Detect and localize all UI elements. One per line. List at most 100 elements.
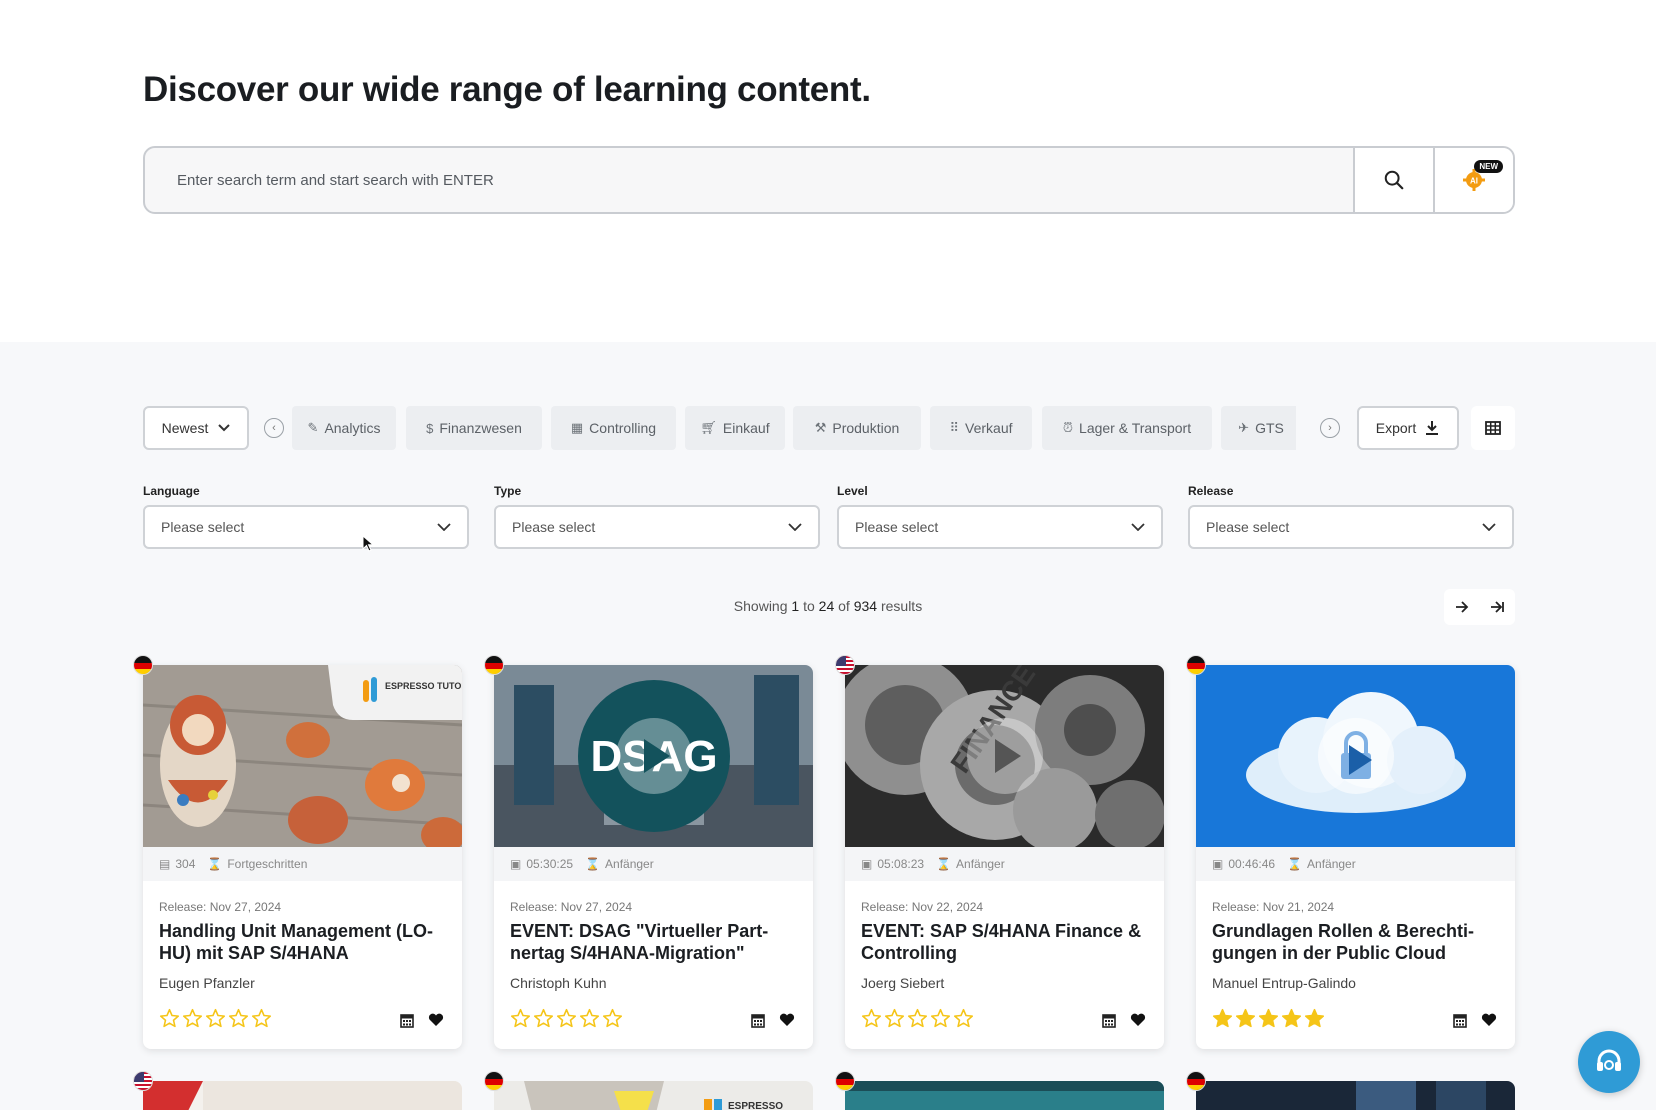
chip-label: Verkauf: [965, 420, 1013, 436]
rating-stars[interactable]: [1212, 1008, 1325, 1029]
star-filled-icon[interactable]: [1304, 1008, 1325, 1029]
star-empty-icon[interactable]: [251, 1008, 272, 1029]
export-button[interactable]: Export: [1357, 406, 1459, 450]
star-empty-icon[interactable]: [907, 1008, 928, 1029]
release-date: Release: Nov 21, 2024: [1212, 900, 1335, 914]
chip-produktion[interactable]: ⚒ Produktion: [793, 406, 921, 450]
select-value: Please select: [161, 519, 245, 535]
star-empty-icon[interactable]: [510, 1008, 531, 1029]
chip-finanzwesen[interactable]: $ Finanzwesen: [406, 406, 542, 450]
chip-label: Analytics: [324, 420, 381, 436]
card-actions: [1102, 1013, 1146, 1028]
star-filled-icon[interactable]: [1212, 1008, 1233, 1029]
meta-value: 00:46:46: [1228, 857, 1276, 871]
star-empty-icon[interactable]: [930, 1008, 951, 1029]
chip-controlling[interactable]: ▦ Controlling: [551, 406, 676, 450]
arrow-to-end-icon: [1491, 601, 1505, 613]
star-empty-icon[interactable]: [205, 1008, 226, 1029]
chip-einkauf[interactable]: 🛒︎ Einkauf: [685, 406, 785, 450]
star-empty-icon[interactable]: [884, 1008, 905, 1029]
category-chips: ✎ Analytics $ Finanzwesen ▦ Controlling 🛒︎ E…: [292, 406, 1296, 450]
star-empty-icon[interactable]: [182, 1008, 203, 1029]
results-of-word: of: [838, 598, 850, 614]
level-icon: ⌛: [1287, 857, 1303, 871]
rating-stars[interactable]: [861, 1008, 974, 1029]
film-icon: ▣: [861, 857, 873, 871]
language-select[interactable]: Please select: [143, 505, 469, 549]
type-select[interactable]: Please select: [494, 505, 820, 549]
ai-search-button[interactable]: AI NEW: [1433, 148, 1513, 212]
level-icon: ⌛: [585, 857, 601, 871]
arrow-right-icon: [1455, 601, 1469, 613]
duration-meta: ▣ 00:46:46: [1212, 857, 1275, 871]
chips-next-button[interactable]: ›: [1320, 418, 1340, 438]
calendar-icon[interactable]: [400, 1013, 414, 1028]
rating-stars[interactable]: [510, 1008, 623, 1029]
search-input[interactable]: [145, 148, 1353, 212]
course-card[interactable]: ESPRESSO TUTORIALS ▤ 304 ⌛ Fortgeschritten…: [143, 665, 462, 1049]
chevron-down-icon: [788, 523, 802, 531]
star-empty-icon[interactable]: [861, 1008, 882, 1029]
release-date: Release: Nov 22, 2024: [861, 900, 984, 914]
card-actions: [751, 1013, 795, 1028]
sort-dropdown[interactable]: Newest: [143, 406, 249, 450]
star-empty-icon[interactable]: [556, 1008, 577, 1029]
duration-meta: ▣ 05:08:23: [861, 857, 924, 871]
course-author: Christoph Kuhn: [510, 975, 607, 991]
course-card[interactable]: [1196, 1081, 1515, 1110]
star-empty-icon[interactable]: [228, 1008, 249, 1029]
support-chat-button[interactable]: [1578, 1031, 1640, 1093]
course-title[interactable]: EVENT: DSAG "Virtueller Part-nertag S/4H…: [510, 920, 800, 964]
course-title[interactable]: EVENT: SAP S/4HANA Finance & Controlling: [861, 920, 1151, 964]
calendar-icon[interactable]: [1102, 1013, 1116, 1028]
star-empty-icon[interactable]: [579, 1008, 600, 1029]
course-card[interactable]: DSAG ▣ 05:30:25 ⌛ Anfänger Release: Nov 27…: [494, 665, 813, 1049]
book-icon: ▤: [159, 857, 171, 871]
filter-label: Type: [494, 484, 522, 498]
star-empty-icon[interactable]: [159, 1008, 180, 1029]
last-page-button[interactable]: [1480, 589, 1516, 625]
next-page-button[interactable]: [1444, 589, 1480, 625]
course-card[interactable]: [845, 1081, 1164, 1110]
chips-prev-button[interactable]: ‹: [264, 418, 284, 438]
course-author: Eugen Pfanzler: [159, 975, 255, 991]
flag-us-icon: [835, 655, 855, 675]
release-select[interactable]: Please select: [1188, 505, 1514, 549]
table-view-button[interactable]: [1471, 406, 1515, 450]
chip-lager-transport[interactable]: ⏰︎ Lager & Transport: [1042, 406, 1212, 450]
star-empty-icon[interactable]: [953, 1008, 974, 1029]
rating-stars[interactable]: [159, 1008, 272, 1029]
level-select[interactable]: Please select: [837, 505, 1163, 549]
course-title[interactable]: Handling Unit Management (LO-HU) mit SAP…: [159, 920, 449, 964]
course-card[interactable]: ESPRESSO: [494, 1081, 813, 1110]
course-title[interactable]: Grundlagen Rollen & Berechti-gungen in d…: [1212, 920, 1502, 964]
grid-dots-icon: ⠿: [949, 420, 960, 435]
star-empty-icon[interactable]: [602, 1008, 623, 1029]
calendar-icon[interactable]: [751, 1013, 765, 1028]
calendar-icon[interactable]: [1453, 1013, 1467, 1028]
star-filled-icon[interactable]: [1281, 1008, 1302, 1029]
course-card[interactable]: ▣ 00:46:46 ⌛ Anfänger Release: Nov 21, 202…: [1196, 665, 1515, 1049]
star-empty-icon[interactable]: [533, 1008, 554, 1029]
star-filled-icon[interactable]: [1235, 1008, 1256, 1029]
course-card[interactable]: FINANCE ▣ 05:08:23 ⌛ Anfänger Release: Nov…: [845, 665, 1164, 1049]
meta-value: 304: [175, 857, 196, 871]
plane-icon: ✈: [1238, 420, 1250, 435]
chip-gts[interactable]: ✈ GTS: [1221, 406, 1296, 450]
search-button[interactable]: [1353, 148, 1433, 212]
heart-icon[interactable]: [428, 1013, 444, 1027]
chip-analytics[interactable]: ✎ Analytics: [292, 406, 396, 450]
results-suffix: results: [880, 598, 923, 614]
chip-verkauf[interactable]: ⠿ Verkauf: [930, 406, 1032, 450]
level-icon: ⌛: [207, 857, 223, 871]
course-card[interactable]: [143, 1081, 462, 1110]
headset-icon: [1597, 1049, 1621, 1071]
heart-icon[interactable]: [1481, 1013, 1497, 1027]
pages-meta: ▤ 304: [159, 857, 195, 871]
chip-label: Lager & Transport: [1079, 420, 1192, 436]
results-summary: Showing 1 to 24 of 934 results: [0, 598, 1656, 614]
star-filled-icon[interactable]: [1258, 1008, 1279, 1029]
filter-label: Release: [1188, 484, 1234, 498]
heart-icon[interactable]: [779, 1013, 795, 1027]
heart-icon[interactable]: [1130, 1013, 1146, 1027]
